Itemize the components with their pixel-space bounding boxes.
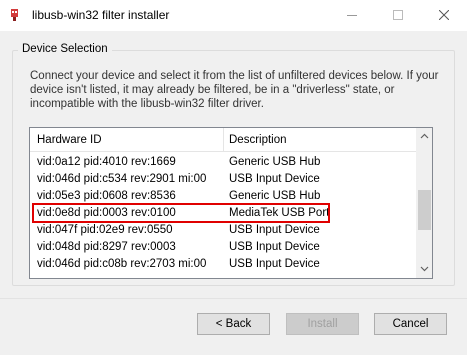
list-item[interactable]: vid:046d pid:c08b rev:2703 mi:00 USB Inp… <box>30 256 416 273</box>
scroll-down-icon[interactable] <box>420 264 429 273</box>
vertical-scrollbar[interactable] <box>416 128 432 278</box>
list-rows: vid:0a12 pid:4010 rev:1669 Generic USB H… <box>30 154 416 273</box>
list-item-mediatek[interactable]: vid:0e8d pid:0003 rev:0100 MediaTek USB … <box>30 205 416 222</box>
device-list[interactable]: Hardware ID Description vid:0a12 pid:401… <box>29 127 433 279</box>
maximize-icon <box>393 10 403 20</box>
hardware-id-cell: vid:046d pid:c08b rev:2703 mi:00 <box>37 258 207 270</box>
hardware-id-cell: vid:047f pid:02e9 rev:0550 <box>37 224 173 236</box>
close-button[interactable] <box>421 0 467 31</box>
hardware-id-cell: vid:0a12 pid:4010 rev:1669 <box>37 156 176 168</box>
scrollbar-thumb[interactable] <box>418 190 431 230</box>
cancel-button[interactable]: Cancel <box>374 313 447 335</box>
group-legend: Device Selection <box>18 43 112 55</box>
scroll-up-icon[interactable] <box>420 132 429 141</box>
column-separator[interactable] <box>223 128 224 152</box>
minimize-button[interactable] <box>329 0 375 31</box>
list-item[interactable]: vid:048d pid:8297 rev:0003 USB Input Dev… <box>30 239 416 256</box>
list-header: Hardware ID Description <box>30 128 416 152</box>
description-cell: USB Input Device <box>229 173 320 185</box>
app-icon <box>11 9 18 21</box>
hardware-id-cell: vid:0e8d pid:0003 rev:0100 <box>37 207 176 219</box>
hardware-id-cell: vid:048d pid:8297 rev:0003 <box>37 241 176 253</box>
list-item[interactable]: vid:0a12 pid:4010 rev:1669 Generic USB H… <box>30 154 416 171</box>
list-item[interactable]: vid:047f pid:02e9 rev:0550 USB Input Dev… <box>30 222 416 239</box>
description-cell: Generic USB Hub <box>229 190 321 202</box>
list-item[interactable]: vid:05e3 pid:0608 rev:8536 Generic USB H… <box>30 188 416 205</box>
hardware-id-cell: vid:05e3 pid:0608 rev:8536 <box>37 190 176 202</box>
hardware-id-cell: vid:046d pid:c534 rev:2901 mi:00 <box>37 173 207 185</box>
install-button[interactable]: Install <box>286 313 359 335</box>
window-title: libusb-win32 filter installer <box>32 8 170 22</box>
column-header-description[interactable]: Description <box>229 134 287 146</box>
description-cell: MediaTek USB Port <box>229 207 330 219</box>
list-item[interactable]: vid:046d pid:c534 rev:2901 mi:00 USB Inp… <box>30 171 416 188</box>
close-icon <box>439 10 449 20</box>
instructions-text: Connect your device and select it from t… <box>30 70 439 110</box>
back-button[interactable]: < Back <box>197 313 270 335</box>
column-header-hardware-id[interactable]: Hardware ID <box>37 134 102 146</box>
description-cell: Generic USB Hub <box>229 156 321 168</box>
description-cell: USB Input Device <box>229 241 320 253</box>
description-cell: USB Input Device <box>229 258 320 270</box>
footer-divider <box>0 298 467 299</box>
description-cell: USB Input Device <box>229 224 320 236</box>
title-bar: libusb-win32 filter installer <box>0 0 467 31</box>
maximize-button[interactable] <box>375 0 421 31</box>
minimize-icon <box>347 15 357 16</box>
